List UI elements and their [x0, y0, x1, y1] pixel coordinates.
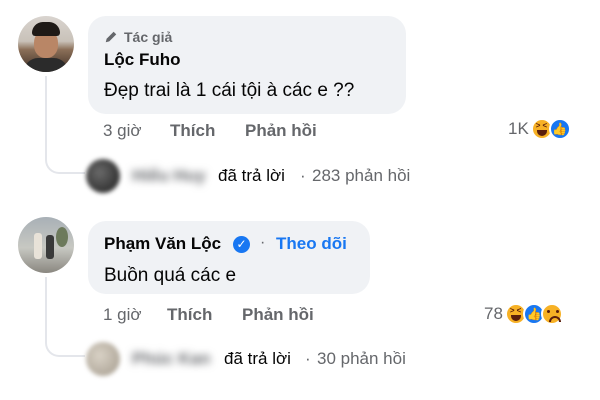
comment-time[interactable]: 1 giờ	[103, 305, 142, 325]
reply-separator: ·	[300, 166, 306, 185]
follow-button[interactable]: Theo dõi	[276, 234, 347, 254]
avatar-person	[46, 235, 54, 259]
reaction-summary[interactable]: 78 👍	[484, 303, 563, 325]
avatar-shirt	[24, 58, 68, 72]
author-badge: Tác giả	[104, 29, 172, 45]
thread-connector	[45, 335, 85, 357]
reaction-count: 1K	[508, 119, 529, 138]
reaction-count: 78	[484, 304, 503, 323]
author-badge-label: Tác giả	[124, 29, 173, 45]
comment-time[interactable]: 3 giờ	[103, 121, 142, 141]
replier-avatar	[86, 159, 120, 193]
thread-line	[45, 76, 47, 152]
reply-count[interactable]: 30 phản hồi	[317, 349, 406, 369]
comment-text: Đẹp trai là 1 cái tội à các e ??	[104, 80, 355, 101]
avatar[interactable]	[18, 16, 74, 72]
pen-icon	[105, 31, 117, 43]
replier-name[interactable]: Hiếu Huy	[132, 166, 206, 186]
replier-avatar	[86, 342, 120, 376]
reaction-summary[interactable]: 1K 👍	[508, 118, 571, 140]
replier-name[interactable]: Phúc Kan	[132, 349, 210, 369]
like-icon: 👍	[548, 118, 571, 140]
avatar-hair	[32, 22, 60, 36]
comment-text: Buồn quá các e	[104, 265, 237, 286]
reply-separator: ·	[305, 349, 311, 368]
replied-label[interactable]: đã trả lời	[224, 349, 291, 369]
separator-dot: ·	[260, 234, 266, 251]
reply-count[interactable]: 283 phản hồi	[312, 166, 410, 186]
like-button[interactable]: Thích	[167, 305, 212, 325]
avatar[interactable]	[18, 217, 74, 273]
commenter-name[interactable]: Phạm Văn Lộc	[104, 234, 221, 254]
verified-badge-icon: ✓	[233, 236, 250, 253]
thread-connector	[45, 152, 85, 174]
commenter-name[interactable]: Lộc Fuho	[104, 50, 180, 70]
like-button[interactable]: Thích	[170, 121, 215, 141]
sad-icon	[540, 303, 563, 325]
avatar-tree	[56, 227, 68, 247]
thread-line	[45, 277, 47, 335]
reply-button[interactable]: Phản hồi	[245, 121, 317, 141]
avatar-person	[34, 233, 42, 259]
replied-label[interactable]: đã trả lời	[218, 166, 285, 186]
reply-button[interactable]: Phản hồi	[242, 305, 314, 325]
